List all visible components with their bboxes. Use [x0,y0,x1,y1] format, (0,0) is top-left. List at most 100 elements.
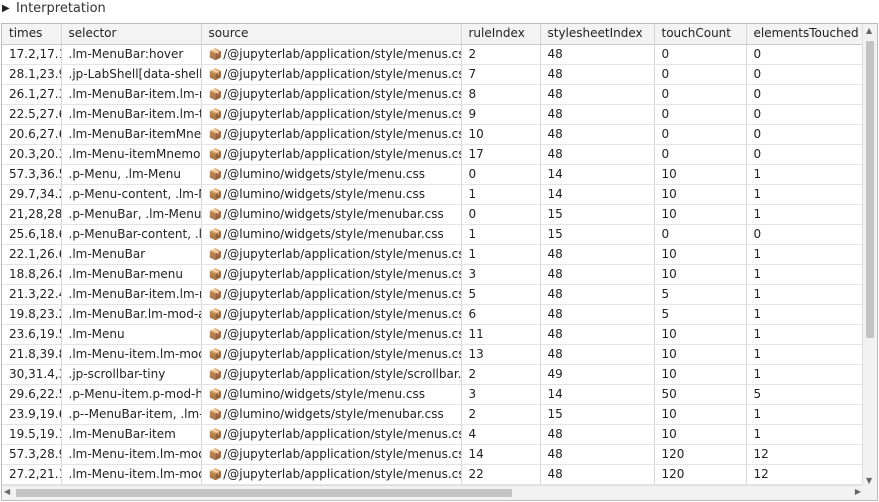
horizontal-scroll-thumb[interactable] [16,489,512,497]
scroll-up-icon[interactable]: ▲ [866,26,872,35]
table-cell-ruleIndex: 0 [461,164,541,185]
table-cell-times: 20.3,20.3 [2,144,62,165]
source-path: /@jupyterlab/application/style/menus.css [223,306,461,321]
table-cell-source: 📦/@jupyterlab/application/style/menus.cs… [201,304,462,325]
table-cell-stylesheetIndex: 14 [540,384,655,405]
table-cell-touchCount: 0 [654,84,747,105]
source-path: /@jupyterlab/application/style/menus.css [223,246,461,261]
table-cell-stylesheetIndex: 15 [540,204,655,225]
table-cell-elementsTouched: 5 [746,384,865,405]
table-cell-times: 21.3,22.4 [2,284,62,305]
table-cell-ruleIndex: 8 [461,84,541,105]
table-cell-source: 📦/@jupyterlab/application/style/menus.cs… [201,324,462,345]
package-icon: 📦 [208,187,223,201]
table-cell-source: 📦/@jupyterlab/application/style/menus.cs… [201,424,462,445]
table-cell-times: 19.8,23.2 [2,304,62,325]
table-cell-ruleIndex: 9 [461,104,541,125]
table-cell-ruleIndex: 6 [461,304,541,325]
column-header-times[interactable]: times [2,24,62,45]
table-cell-source: 📦/@lumino/widgets/style/menubar.css [201,204,462,225]
table-cell-elementsTouched: 0 [746,224,865,245]
table-cell-times: 29.7,34.2 [2,184,62,205]
source-path: /@lumino/widgets/style/menu.css [223,166,425,181]
vertical-scroll-thumb[interactable] [866,41,874,338]
table-cell-touchCount: 10 [654,204,747,225]
table-row[interactable]: 25.6,18.6.p-MenuBar-content, .lm-📦/@lumi… [2,224,865,245]
table-cell-ruleIndex: 3 [461,384,541,405]
table-row[interactable]: 28.1,23.9.jp-LabShell[data-shell-m📦/@jup… [2,64,865,85]
table-cell-touchCount: 0 [654,144,747,165]
column-header-elementsTouched[interactable]: elementsTouched [746,24,865,45]
table-cell-ruleIndex: 1 [461,244,541,265]
table-cell-touchCount: 50 [654,384,747,405]
package-icon: 📦 [208,347,223,361]
table-row[interactable]: 26.1,27.3.lm-MenuBar-item.lm-mo📦/@jupyte… [2,84,865,105]
table-cell-stylesheetIndex: 48 [540,444,655,465]
source-path: /@jupyterlab/application/style/menus.css [223,46,461,61]
table-row[interactable]: 21.8,39.8.lm-Menu-item.lm-mod-ac📦/@jupyt… [2,344,865,365]
table-row[interactable]: 30,31.4,3 .jp-scrollbar-tiny 📦/@jupyterlab… [2,364,865,385]
table-cell-elementsTouched: 0 [746,124,865,145]
table-cell-ruleIndex: 14 [461,444,541,465]
scrollbar-corner [862,485,877,500]
interpretation-toggle[interactable]: ▶ Interpretation [0,0,879,17]
package-icon: 📦 [208,227,223,241]
table-row[interactable]: 21,28,28..p-MenuBar, .lm-MenuBa📦/@lumino… [2,204,865,225]
table-row[interactable]: 27.2,21.1.lm-Menu-item.lm-mod-di📦/@jupyt… [2,464,865,485]
table-row[interactable]: 22.5,27.6.lm-MenuBar-item.lm-typ📦/@jupyt… [2,104,865,125]
table-row[interactable]: 57.3,28.9.lm-Menu-item.lm-mod-di📦/@jupyt… [2,444,865,465]
results-table: times selector source ruleIndex stylesheetIn… [2,24,865,485]
table-row[interactable]: 22.1,26.6 .lm-MenuBar 📦/@jupyterlab/applic… [2,244,865,265]
table-row[interactable]: 21.3,22.4.lm-MenuBar-item.lm-mo📦/@jupyte… [2,284,865,305]
table-cell-source: 📦/@jupyterlab/application/style/menus.cs… [201,84,462,105]
table-cell-times: 21.8,39.8 [2,344,62,365]
table-cell-elementsTouched: 1 [746,204,865,225]
table-cell-stylesheetIndex: 48 [540,64,655,85]
table-row[interactable]: 19.8,23.2.lm-MenuBar.lm-mod-act📦/@jupyte… [2,304,865,325]
table-row[interactable]: 17.2,17.1 .lm-MenuBar:hover 📦/@jupyterlab/… [2,44,865,65]
package-icon: 📦 [208,467,223,481]
column-header-stylesheetIndex[interactable]: stylesheetIndex [540,24,655,45]
scroll-down-icon[interactable]: ▼ [866,476,872,485]
source-path: /@jupyterlab/application/style/menus.css [223,146,461,161]
table-row[interactable]: 29.7,34.2.p-Menu-content, .lm-Me📦/@lumin… [2,184,865,205]
table-row[interactable]: 23.9,19.6.p--MenuBar-item, .lm-Me📦/@lumi… [2,404,865,425]
table-cell-ruleIndex: 11 [461,324,541,345]
vertical-scrollbar[interactable]: ▲ ▼ [862,24,877,487]
table-cell-ruleIndex: 5 [461,284,541,305]
table-cell-elementsTouched: 12 [746,464,865,485]
column-header-ruleIndex[interactable]: ruleIndex [461,24,541,45]
horizontal-scrollbar[interactable]: ◀ ▶ [2,485,864,500]
table-row[interactable]: 29.6,22.5.p-Menu-item.p-mod-hidd📦/@lumin… [2,384,865,405]
scroll-left-icon[interactable]: ◀ [4,487,10,496]
table-cell-touchCount: 0 [654,64,747,85]
table-cell-touchCount: 10 [654,364,747,385]
table-cell-times: 22.5,27.6 [2,104,62,125]
table-cell-times: 22.1,26.6 [2,244,62,265]
table-row[interactable]: 57.3,36.5 .p-Menu, .lm-Menu 📦/@lumino/widg… [2,164,865,185]
table-cell-source: 📦/@jupyterlab/application/style/menus.cs… [201,344,462,365]
table-cell-elementsTouched: 0 [746,44,865,65]
table-row[interactable]: 20.3,20.3.lm-Menu-itemMnemonic📦/@jupyter… [2,144,865,165]
table-cell-stylesheetIndex: 14 [540,164,655,185]
scroll-right-icon[interactable]: ▶ [855,487,861,496]
table-cell-source: 📦/@jupyterlab/application/style/scrollba… [201,364,462,385]
table-cell-touchCount: 10 [654,244,747,265]
table-row[interactable]: 19.5,19.1 .lm-MenuBar-item 📦/@jupyterlab/a… [2,424,865,445]
table-row[interactable]: 23.6,19.5 .lm-Menu 📦/@jupyterlab/applicati… [2,324,865,345]
table-cell-stylesheetIndex: 15 [540,224,655,245]
column-header-touchCount[interactable]: touchCount [654,24,747,45]
table-cell-times: 30,31.4,3 [2,364,62,385]
table-cell-ruleIndex: 2 [461,364,541,385]
table-cell-ruleIndex: 3 [461,264,541,285]
source-path: /@jupyterlab/application/style/menus.css [223,126,461,141]
column-header-selector[interactable]: selector [61,24,202,45]
column-header-source[interactable]: source [201,24,462,45]
table-cell-elementsTouched: 1 [746,264,865,285]
package-icon: 📦 [208,387,223,401]
table-cell-ruleIndex: 13 [461,344,541,365]
table-row[interactable]: 20.6,27.6.lm-MenuBar-itemMnemo📦/@jupyter… [2,124,865,145]
table-cell-touchCount: 0 [654,124,747,145]
table-row[interactable]: 18.8,26.8 .lm-MenuBar-menu 📦/@jupyterlab/a… [2,264,865,285]
package-icon: 📦 [208,427,223,441]
